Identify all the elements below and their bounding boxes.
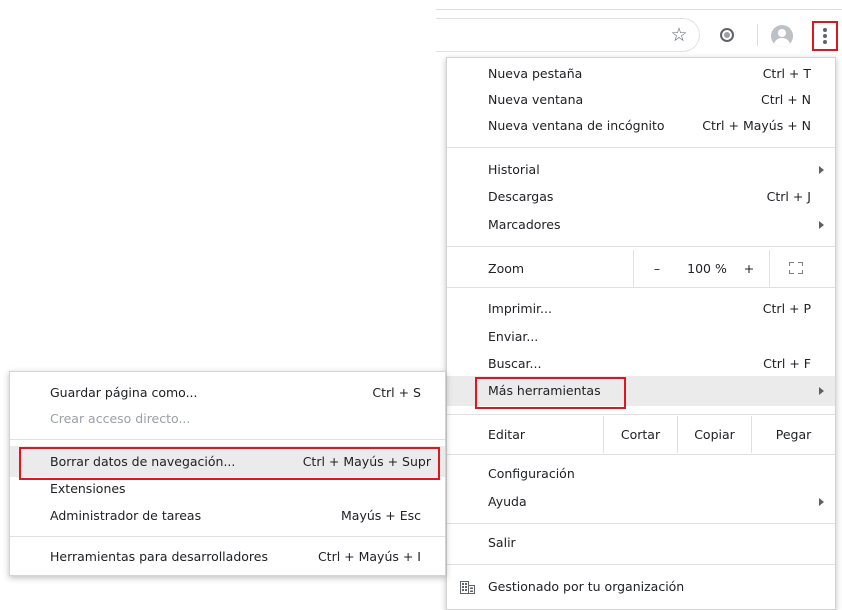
menu-item-edit: Editar Cortar Copiar Pegar bbox=[447, 416, 835, 453]
menu-item-downloads[interactable]: Descargas Ctrl + J bbox=[447, 184, 835, 210]
fullscreen-icon[interactable] bbox=[789, 262, 803, 274]
menu-divider bbox=[447, 287, 835, 288]
chevron-right-icon bbox=[819, 387, 824, 395]
menu-item-incognito[interactable]: Nueva ventana de incógnito Ctrl + Mayús … bbox=[447, 113, 835, 139]
chevron-right-icon bbox=[819, 498, 824, 506]
menu-divider bbox=[10, 536, 445, 537]
menu-item-cast[interactable]: Enviar... bbox=[447, 324, 835, 350]
submenu-item-clear-browsing-data[interactable]: Borrar datos de navegación... Ctrl + May… bbox=[10, 446, 445, 480]
menu-item-more-tools[interactable]: Más herramientas bbox=[447, 376, 835, 409]
toolbar-separator bbox=[757, 24, 758, 46]
submenu-item-extensions[interactable]: Extensiones bbox=[10, 476, 445, 502]
menu-item-new-window[interactable]: Nueva ventana Ctrl + N bbox=[447, 87, 835, 113]
paste-button[interactable]: Pegar bbox=[752, 416, 835, 453]
cut-button[interactable]: Cortar bbox=[604, 416, 677, 453]
copy-button[interactable]: Copiar bbox=[678, 416, 751, 453]
menu-item-print[interactable]: Imprimir... Ctrl + P bbox=[447, 296, 835, 322]
submenu-item-task-manager[interactable]: Administrador de tareas Mayús + Esc bbox=[10, 503, 445, 529]
bookmark-star-icon[interactable]: ☆ bbox=[669, 24, 689, 46]
submenu-item-developer-tools[interactable]: Herramientas para desarrolladores Ctrl +… bbox=[10, 544, 445, 570]
building-icon bbox=[460, 581, 475, 594]
menu-item-help[interactable]: Ayuda bbox=[447, 489, 835, 515]
zoom-out-button[interactable]: – bbox=[643, 250, 671, 287]
managed-by-organization[interactable]: Gestionado por tu organización bbox=[447, 574, 835, 600]
menu-divider bbox=[447, 147, 835, 148]
extension-icon[interactable] bbox=[720, 28, 734, 42]
menu-divider bbox=[447, 564, 835, 565]
chevron-right-icon bbox=[819, 166, 824, 174]
chrome-menu-button[interactable] bbox=[812, 21, 838, 51]
chevron-right-icon bbox=[819, 221, 824, 229]
menu-item-bookmarks[interactable]: Marcadores bbox=[447, 212, 835, 238]
chrome-main-menu: Nueva pestaña Ctrl + T Nueva ventana Ctr… bbox=[446, 57, 836, 610]
menu-item-zoom: Zoom – 100 % + bbox=[447, 250, 835, 287]
submenu-item-save-page[interactable]: Guardar página como... Ctrl + S bbox=[10, 380, 445, 406]
profile-avatar-icon[interactable] bbox=[771, 25, 793, 47]
menu-item-find[interactable]: Buscar... Ctrl + F bbox=[447, 351, 835, 377]
submenu-item-create-shortcut: Crear acceso directo... bbox=[50, 411, 191, 426]
zoom-level-value: 100 % bbox=[687, 261, 727, 276]
menu-divider bbox=[10, 439, 445, 440]
menu-divider bbox=[447, 523, 835, 524]
menu-divider bbox=[447, 454, 835, 455]
address-bar[interactable] bbox=[436, 18, 700, 52]
menu-item-exit[interactable]: Salir bbox=[447, 530, 835, 556]
toolbar-divider bbox=[436, 9, 842, 10]
more-tools-submenu: Guardar página como... Ctrl + S Crear ac… bbox=[9, 371, 446, 576]
zoom-in-button[interactable]: + bbox=[735, 250, 763, 287]
menu-divider bbox=[447, 246, 835, 247]
menu-item-history[interactable]: Historial bbox=[447, 157, 835, 183]
menu-divider bbox=[447, 414, 835, 415]
menu-item-new-tab[interactable]: Nueva pestaña Ctrl + T bbox=[447, 61, 835, 87]
menu-item-settings[interactable]: Configuración bbox=[447, 461, 835, 487]
